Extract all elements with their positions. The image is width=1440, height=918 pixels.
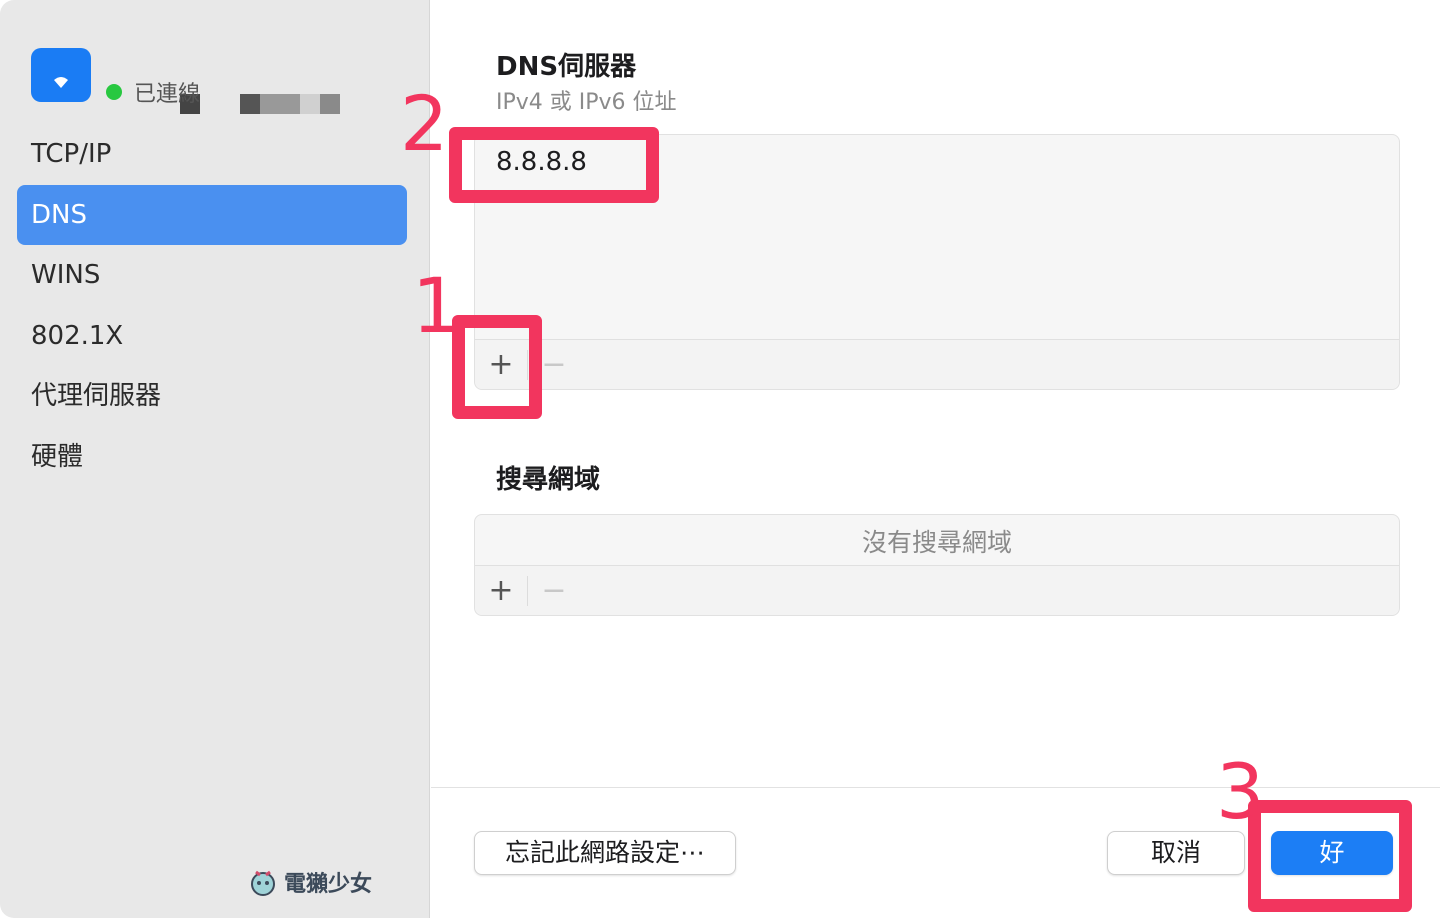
- add-search-domain-button[interactable]: +: [475, 566, 527, 615]
- annotation-step-2: 2: [400, 79, 449, 168]
- wifi-network-icon: [31, 48, 91, 102]
- search-domains-list: 沒有搜尋網域 + −: [474, 514, 1400, 616]
- annotation-box-dns-entry: [449, 127, 659, 203]
- dns-servers-title: DNS伺服器: [496, 52, 637, 82]
- connected-dot-icon: [106, 84, 122, 100]
- cancel-button[interactable]: 取消: [1107, 831, 1245, 875]
- redacted-network-name: [260, 94, 300, 114]
- annotation-box-add-button: [452, 315, 542, 419]
- footer-divider: [431, 787, 1440, 788]
- network-header: 已連線: [30, 46, 420, 116]
- sidebar-item-proxy[interactable]: 代理伺服器: [17, 366, 407, 426]
- dns-servers-subtitle: IPv4 或 IPv6 位址: [496, 90, 677, 115]
- search-domains-title: 搜尋網域: [496, 465, 601, 495]
- otter-logo-icon: [251, 870, 275, 896]
- annotation-step-1: 1: [412, 261, 461, 350]
- search-list-toolbar: + −: [475, 565, 1399, 615]
- remove-search-domain-button[interactable]: −: [528, 566, 580, 615]
- redacted-network-name: [240, 94, 260, 114]
- no-search-domains-message: 沒有搜尋網域: [861, 528, 1012, 557]
- watermark: 電獺少女: [248, 866, 372, 898]
- redacted-network-name: [300, 94, 320, 114]
- forget-network-button[interactable]: 忘記此網路設定⋯: [474, 831, 736, 875]
- sidebar-nav: TCP/IP DNS WINS 802.1X 代理伺服器 硬體: [17, 124, 407, 487]
- annotation-step-3: 3: [1216, 747, 1265, 836]
- connection-status: 已連線: [106, 76, 200, 108]
- sidebar-item-hardware[interactable]: 硬體: [17, 427, 407, 487]
- annotation-box-ok-button: [1248, 800, 1412, 912]
- sidebar-item-dns[interactable]: DNS: [17, 184, 407, 245]
- watermark-text: 電獺少女: [284, 872, 373, 897]
- redacted-network-name: [320, 94, 340, 114]
- sidebar: 已連線 TCP/IP DNS WINS 802.1X 代理伺服器 硬體 電獺少女: [0, 0, 430, 918]
- sidebar-item-tcpip[interactable]: TCP/IP: [17, 124, 407, 184]
- dns-list-toolbar: + −: [475, 339, 1399, 389]
- sidebar-item-wins[interactable]: WINS: [17, 245, 407, 305]
- connection-status-label: 已連線: [134, 82, 201, 107]
- sidebar-item-8021x[interactable]: 802.1X: [17, 306, 407, 366]
